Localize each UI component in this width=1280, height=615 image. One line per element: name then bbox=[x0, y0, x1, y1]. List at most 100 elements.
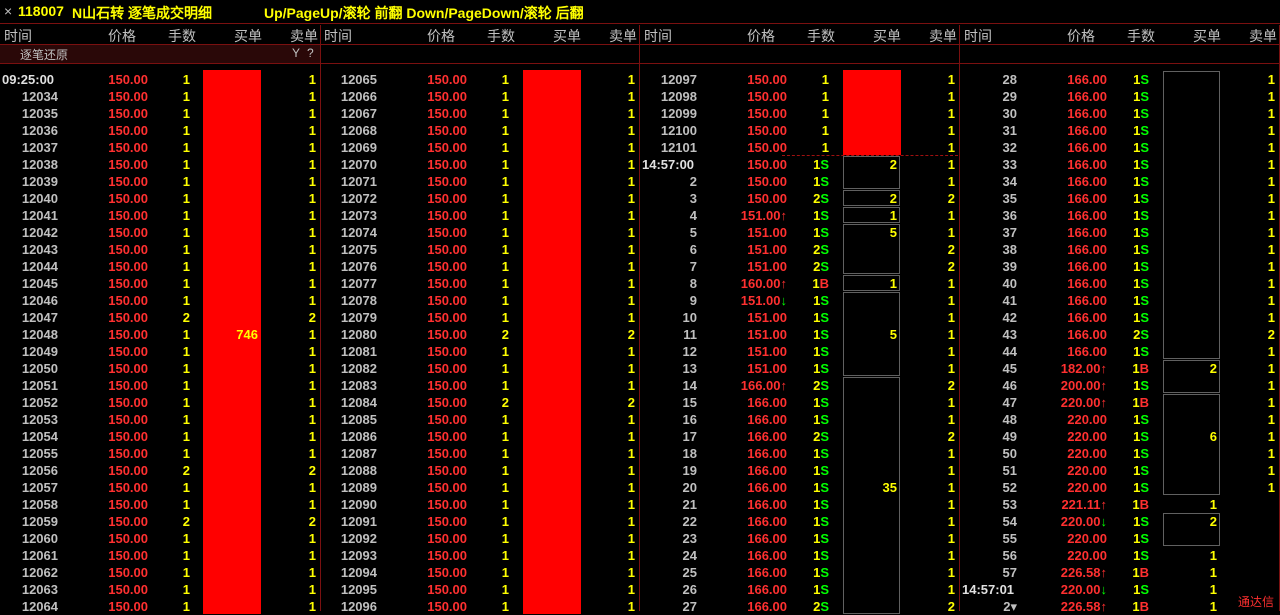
tick-row[interactable]: 9 151.00↓ 1S 1 bbox=[640, 292, 959, 309]
tick-row[interactable]: 12092 150.00 1 1 bbox=[320, 530, 639, 547]
tick-row[interactable]: 12068 150.00 1 1 bbox=[320, 122, 639, 139]
header-buy[interactable]: 买单 bbox=[873, 26, 901, 46]
tick-row[interactable]: 12057 150.00 1 1 bbox=[0, 479, 320, 496]
tick-row[interactable]: 12071 150.00 1 1 bbox=[320, 173, 639, 190]
tick-row[interactable]: 12087 150.00 1 1 bbox=[320, 445, 639, 462]
tick-row[interactable]: 27 166.00 2S 2 bbox=[640, 598, 959, 615]
tick-row[interactable]: 09:25:00 150.00 1 1 bbox=[0, 71, 320, 88]
header-price[interactable]: 价格 bbox=[1067, 26, 1095, 46]
tick-row[interactable]: 39 166.00 1S 1 bbox=[960, 258, 1279, 275]
tick-row[interactable]: 56 220.00 1S 1 bbox=[960, 547, 1279, 564]
tick-row[interactable]: 20 166.00 1S 1 bbox=[640, 479, 959, 496]
tick-row[interactable]: 47 220.00↑ 1B 1 bbox=[960, 394, 1279, 411]
tick-row[interactable]: 22 166.00 1S 1 bbox=[640, 513, 959, 530]
tick-row[interactable]: 55 220.00 1S bbox=[960, 530, 1279, 547]
tick-row[interactable]: 12039 150.00 1 1 bbox=[0, 173, 320, 190]
tick-row[interactable]: 36 166.00 1S 1 bbox=[960, 207, 1279, 224]
tick-row[interactable]: 53 221.11↑ 1B 1 bbox=[960, 496, 1279, 513]
tick-row[interactable]: 12050 150.00 1 1 bbox=[0, 360, 320, 377]
tick-row[interactable]: 49 220.00 1S 1 bbox=[960, 428, 1279, 445]
tick-row[interactable]: 12060 150.00 1 1 bbox=[0, 530, 320, 547]
tick-row[interactable]: 45 182.00↑ 1B 1 bbox=[960, 360, 1279, 377]
tick-row[interactable]: 41 166.00 1S 1 bbox=[960, 292, 1279, 309]
tick-row[interactable]: 12043 150.00 1 1 bbox=[0, 241, 320, 258]
tick-row[interactable]: 12058 150.00 1 1 bbox=[0, 496, 320, 513]
tick-row[interactable]: 12040 150.00 1 1 bbox=[0, 190, 320, 207]
tick-row[interactable]: 12085 150.00 1 1 bbox=[320, 411, 639, 428]
tick-row[interactable]: 34 166.00 1S 1 bbox=[960, 173, 1279, 190]
tick-row[interactable]: 12055 150.00 1 1 bbox=[0, 445, 320, 462]
tick-row[interactable]: 12081 150.00 1 1 bbox=[320, 343, 639, 360]
header-sell[interactable]: 卖单 bbox=[929, 26, 957, 46]
tick-row[interactable]: 35 166.00 1S 1 bbox=[960, 190, 1279, 207]
tick-row[interactable]: 19 166.00 1S 1 bbox=[640, 462, 959, 479]
tick-row[interactable]: 15 166.00 1S 1 bbox=[640, 394, 959, 411]
header-price[interactable]: 价格 bbox=[108, 26, 136, 46]
tick-row[interactable]: 12061 150.00 1 1 bbox=[0, 547, 320, 564]
tick-row[interactable]: 12037 150.00 1 1 bbox=[0, 139, 320, 156]
tick-row[interactable]: 4 151.00↑ 1S 1 bbox=[640, 207, 959, 224]
tick-row[interactable]: 12097 150.00 1 1 bbox=[640, 71, 959, 88]
tick-row[interactable]: 12052 150.00 1 1 bbox=[0, 394, 320, 411]
tick-row[interactable]: 12075 150.00 1 1 bbox=[320, 241, 639, 258]
tick-row[interactable]: 30 166.00 1S 1 bbox=[960, 105, 1279, 122]
tick-row[interactable]: 12054 150.00 1 1 bbox=[0, 428, 320, 445]
tick-row[interactable]: 25 166.00 1S 1 bbox=[640, 564, 959, 581]
tick-row[interactable]: 16 166.00 1S 1 bbox=[640, 411, 959, 428]
tick-row[interactable]: 23 166.00 1S 1 bbox=[640, 530, 959, 547]
tick-row[interactable]: 7 151.00 2S 2 bbox=[640, 258, 959, 275]
tick-row[interactable]: 12045 150.00 1 1 bbox=[0, 275, 320, 292]
tick-row[interactable]: 12088 150.00 1 1 bbox=[320, 462, 639, 479]
tick-row[interactable]: 12098 150.00 1 1 bbox=[640, 88, 959, 105]
header-time[interactable]: 时间 bbox=[964, 26, 992, 46]
tick-row[interactable]: 13 151.00 1S 1 bbox=[640, 360, 959, 377]
header-time[interactable]: 时间 bbox=[324, 26, 352, 46]
tick-row[interactable]: 12079 150.00 1 1 bbox=[320, 309, 639, 326]
tick-row[interactable]: 8 160.00↑ 1B 1 bbox=[640, 275, 959, 292]
header-sell[interactable]: 卖单 bbox=[290, 26, 318, 46]
tick-row[interactable]: 14:57:00 150.00 1S 1 bbox=[640, 156, 959, 173]
tick-row[interactable]: 12056 150.00 2 2 bbox=[0, 462, 320, 479]
tick-row[interactable]: 12041 150.00 1 1 bbox=[0, 207, 320, 224]
tick-row[interactable]: 14:57:01 220.00↓ 1S 1 bbox=[960, 581, 1279, 598]
tick-row[interactable]: 12100 150.00 1 1 bbox=[640, 122, 959, 139]
tick-row[interactable]: 12051 150.00 1 1 bbox=[0, 377, 320, 394]
tick-row[interactable]: 54 220.00↓ 1S bbox=[960, 513, 1279, 530]
tick-row[interactable]: 12086 150.00 1 1 bbox=[320, 428, 639, 445]
tick-row[interactable]: 12047 150.00 2 2 bbox=[0, 309, 320, 326]
filter-icon[interactable]: Y bbox=[292, 46, 300, 60]
tick-row[interactable]: 12067 150.00 1 1 bbox=[320, 105, 639, 122]
tick-row[interactable]: 12094 150.00 1 1 bbox=[320, 564, 639, 581]
tick-row[interactable]: 12093 150.00 1 1 bbox=[320, 547, 639, 564]
tick-row[interactable]: 51 220.00 1S 1 bbox=[960, 462, 1279, 479]
header-buy[interactable]: 买单 bbox=[234, 26, 262, 46]
tick-row[interactable]: 12078 150.00 1 1 bbox=[320, 292, 639, 309]
tick-row[interactable]: 17 166.00 2S 2 bbox=[640, 428, 959, 445]
tick-row[interactable]: 12066 150.00 1 1 bbox=[320, 88, 639, 105]
tick-row[interactable]: 18 166.00 1S 1 bbox=[640, 445, 959, 462]
tick-row[interactable]: 12065 150.00 1 1 bbox=[320, 71, 639, 88]
header-volume[interactable]: 手数 bbox=[807, 26, 835, 46]
tick-row[interactable]: 24 166.00 1S 1 bbox=[640, 547, 959, 564]
tick-row[interactable]: 52 220.00 1S 1 bbox=[960, 479, 1279, 496]
header-volume[interactable]: 手数 bbox=[1127, 26, 1155, 46]
tick-row[interactable]: 37 166.00 1S 1 bbox=[960, 224, 1279, 241]
tick-row[interactable]: 12099 150.00 1 1 bbox=[640, 105, 959, 122]
tick-row[interactable]: 57 226.58↑ 1B 1 bbox=[960, 564, 1279, 581]
header-volume[interactable]: 手数 bbox=[168, 26, 196, 46]
tick-row[interactable]: 12080 150.00 2 2 bbox=[320, 326, 639, 343]
tick-row[interactable]: 10 151.00 1S 1 bbox=[640, 309, 959, 326]
header-buy[interactable]: 买单 bbox=[1193, 26, 1221, 46]
header-sell[interactable]: 卖单 bbox=[609, 26, 637, 46]
tick-row[interactable]: 12101 150.00 1 1 bbox=[640, 139, 959, 156]
tick-row[interactable]: 12034 150.00 1 1 bbox=[0, 88, 320, 105]
tick-row[interactable]: 44 166.00 1S 1 bbox=[960, 343, 1279, 360]
restore-bar[interactable]: 逐笔还原 Y? bbox=[0, 45, 320, 63]
tick-row[interactable]: 11 151.00 1S 1 bbox=[640, 326, 959, 343]
tick-row[interactable]: 12073 150.00 1 1 bbox=[320, 207, 639, 224]
tick-row[interactable]: 48 220.00 1S 1 bbox=[960, 411, 1279, 428]
tick-row[interactable]: 12038 150.00 1 1 bbox=[0, 156, 320, 173]
tick-row[interactable]: 12074 150.00 1 1 bbox=[320, 224, 639, 241]
tick-row[interactable]: 12036 150.00 1 1 bbox=[0, 122, 320, 139]
tick-row[interactable]: 12089 150.00 1 1 bbox=[320, 479, 639, 496]
